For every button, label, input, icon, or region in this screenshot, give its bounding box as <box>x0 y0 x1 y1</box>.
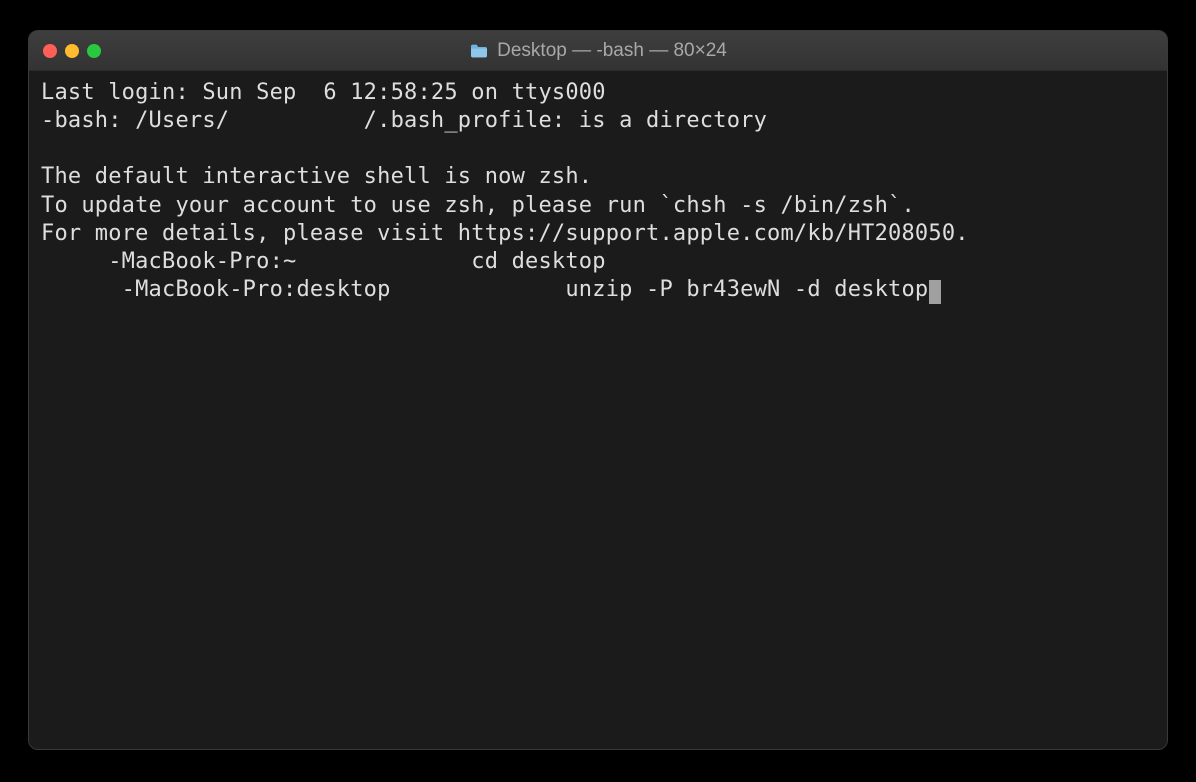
window-title-container: Desktop — -bash — 80×24 <box>29 40 1167 62</box>
traffic-lights <box>43 44 101 58</box>
terminal-line: -MacBook-Pro:~ cd desktop <box>41 249 606 274</box>
cursor <box>929 280 941 304</box>
folder-icon <box>469 43 489 59</box>
window-title: Desktop — -bash — 80×24 <box>497 40 727 62</box>
terminal-line: For more details, please visit https://s… <box>41 221 969 246</box>
terminal-line: The default interactive shell is now zsh… <box>41 164 592 189</box>
terminal-window: Desktop — -bash — 80×24 Last login: Sun … <box>28 30 1168 750</box>
titlebar: Desktop — -bash — 80×24 <box>29 31 1167 71</box>
terminal-line: Last login: Sun Sep 6 12:58:25 on ttys00… <box>41 80 606 105</box>
terminal-line: To update your account to use zsh, pleas… <box>41 193 915 218</box>
close-button[interactable] <box>43 44 57 58</box>
terminal-body[interactable]: Last login: Sun Sep 6 12:58:25 on ttys00… <box>29 71 1167 749</box>
maximize-button[interactable] <box>87 44 101 58</box>
terminal-line: -MacBook-Pro:desktop unzip -P br43ewN -d… <box>41 277 928 302</box>
minimize-button[interactable] <box>65 44 79 58</box>
terminal-line: -bash: /Users/ /.bash_profile: is a dire… <box>41 108 767 133</box>
